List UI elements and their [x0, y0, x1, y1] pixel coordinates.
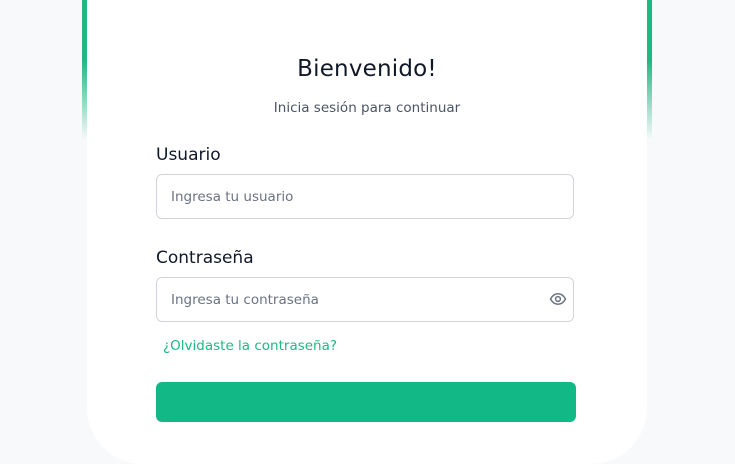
username-field[interactable] — [156, 174, 574, 219]
password-field[interactable] — [156, 277, 574, 322]
forgot-password-link[interactable]: ¿Olvidaste la contraseña? — [163, 338, 337, 354]
eye-icon[interactable] — [549, 290, 567, 308]
username-label: Usuario — [156, 145, 221, 165]
page-subtitle: Inicia sesión para continuar — [273, 100, 461, 116]
login-button[interactable] — [156, 382, 576, 422]
password-label: Contraseña — [156, 248, 254, 268]
page-title: Bienvenido! — [297, 56, 437, 82]
